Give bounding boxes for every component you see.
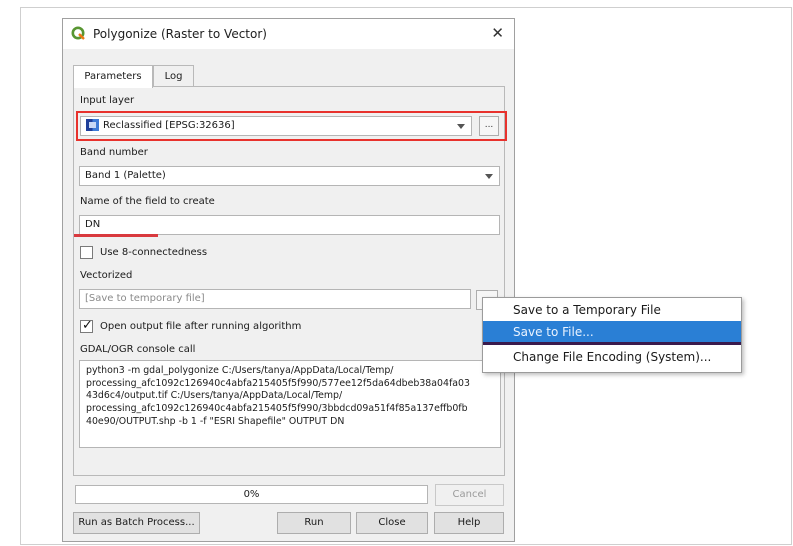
console-text[interactable]: python3 -m gdal_polygonize C:/Users/tany… (79, 360, 501, 448)
menu-item-save-temporary[interactable]: Save to a Temporary File (483, 299, 741, 321)
save-options-menu: Save to a Temporary File Save to File...… (482, 297, 742, 373)
band-number-combo[interactable]: Band 1 (Palette) (79, 166, 500, 186)
field-name-label: Name of the field to create (80, 196, 215, 207)
close-icon[interactable]: ✕ (491, 24, 504, 42)
vectorized-placeholder: [Save to temporary file] (85, 293, 205, 304)
menu-item-save-to-file[interactable]: Save to File... (483, 321, 741, 343)
band-number-label: Band number (80, 147, 148, 158)
input-layer-combo[interactable]: Reclassified [EPSG:32636] (80, 116, 472, 136)
open-output-label: Open output file after running algorithm (100, 321, 302, 332)
menu-item-change-encoding[interactable]: Change File Encoding (System)... (483, 346, 741, 368)
field-name-input[interactable]: DN (79, 215, 500, 235)
raster-layer-icon (86, 119, 99, 131)
qgis-logo-icon (71, 26, 85, 40)
chevron-down-icon (457, 124, 465, 129)
menu-item-underline (483, 342, 741, 345)
cancel-button[interactable]: Cancel (435, 484, 504, 506)
input-layer-browse-button[interactable]: ... (479, 116, 499, 136)
help-button[interactable]: Help (434, 512, 504, 534)
console-label: GDAL/OGR console call (80, 344, 196, 355)
field-name-underline (74, 234, 158, 237)
tab-log[interactable]: Log (153, 65, 194, 86)
dialog-title: Polygonize (Raster to Vector) (93, 27, 267, 41)
tab-parameters[interactable]: Parameters (73, 65, 153, 88)
chevron-down-icon (485, 174, 493, 179)
input-layer-label: Input layer (80, 95, 135, 106)
batch-process-button[interactable]: Run as Batch Process... (73, 512, 200, 534)
vectorized-label: Vectorized (80, 270, 133, 281)
band-number-value: Band 1 (Palette) (85, 170, 166, 181)
run-button[interactable]: Run (277, 512, 351, 534)
input-layer-value: Reclassified [EPSG:32636] (103, 120, 235, 131)
vectorized-output-input[interactable]: [Save to temporary file] (79, 289, 471, 309)
close-button[interactable]: Close (356, 512, 428, 534)
connectedness-checkbox[interactable] (80, 246, 93, 259)
progress-bar: 0% (75, 485, 428, 504)
title-bar: Polygonize (Raster to Vector) ✕ (63, 19, 514, 49)
check-icon: ✓ (82, 318, 93, 333)
connectedness-label: Use 8-connectedness (100, 247, 208, 258)
open-output-checkbox[interactable]: ✓ (80, 318, 93, 333)
